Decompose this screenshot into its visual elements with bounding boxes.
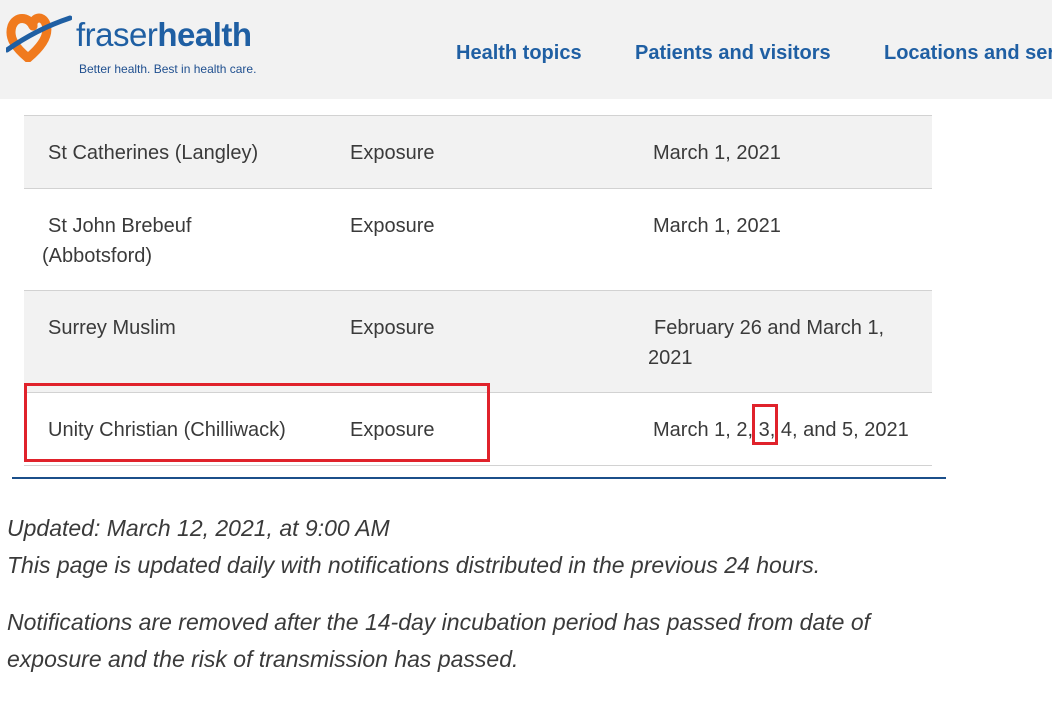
highlight-box-school <box>24 383 490 462</box>
removal-note-line-1: Notifications are removed after the 14-d… <box>7 609 870 635</box>
dates-line-1: February 26 and March 1, <box>654 317 885 339</box>
logo-tagline: Better health. Best in health care. <box>79 62 257 76</box>
school-cell: St John Brebeuf (Abbotsford) <box>42 211 312 271</box>
divider <box>12 477 946 479</box>
table-row: Surrey Muslim Exposure February 26 and M… <box>24 291 932 393</box>
school-line-2: (Abbotsford) <box>42 245 153 267</box>
school-cell: Surrey Muslim <box>48 317 176 339</box>
table-row: St John Brebeuf (Abbotsford) Exposure Mar… <box>24 189 932 291</box>
dates-line-2: 2021 <box>648 347 693 369</box>
type-cell: Exposure <box>350 215 435 237</box>
site-header: fraserhealth Better health. Best in heal… <box>0 0 1052 99</box>
logo-word-health: health <box>157 16 252 53</box>
fraserhealth-logo[interactable]: fraserhealth Better health. Best in heal… <box>6 10 256 80</box>
school-cell: St Catherines (Langley) <box>48 142 259 164</box>
highlight-box-date <box>752 404 778 445</box>
logo-wordmark: fraserhealth <box>76 16 252 54</box>
type-cell: Exposure <box>350 317 435 339</box>
type-cell: Exposure <box>350 142 435 164</box>
school-line-1: St John Brebeuf <box>48 215 192 237</box>
logo-word-fraser: fraser <box>76 16 158 53</box>
dates-cell: March 1, 2021 <box>653 215 781 237</box>
nav-health-topics[interactable]: Health topics <box>456 42 582 65</box>
heart-logo-icon <box>6 13 72 62</box>
nav-patients-and-visitors[interactable]: Patients and visitors <box>635 42 831 65</box>
nav-locations-and-services[interactable]: Locations and ser <box>884 42 1052 65</box>
daily-update-note: This page is updated daily with notifica… <box>7 552 821 578</box>
dates-cell: February 26 and March 1, 2021 <box>648 313 918 373</box>
dates-cell: March 1, 2021 <box>653 142 781 164</box>
updated-note: Updated: March 12, 2021, at 9:00 AM <box>7 515 390 541</box>
table-row: St Catherines (Langley) Exposure March 1… <box>24 115 932 189</box>
removal-note-line-2: exposure and the risk of transmission ha… <box>7 646 519 672</box>
dates-cell: March 1, 2, 3, 4, and 5, 2021 <box>653 419 909 441</box>
